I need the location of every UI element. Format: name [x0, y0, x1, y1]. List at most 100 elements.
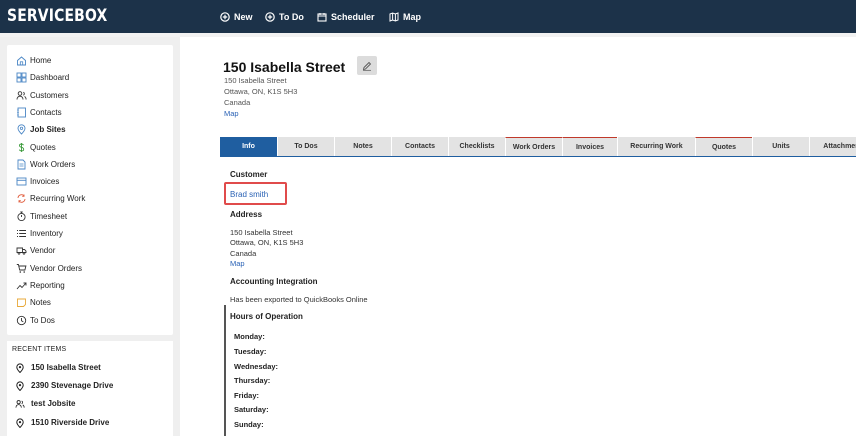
- sidebar-item-customers[interactable]: Customers: [16, 88, 69, 102]
- customer-name-link[interactable]: Brad smith: [230, 190, 268, 199]
- tab-attachments[interactable]: Attachments: [809, 137, 856, 156]
- day-tuesday: Tuesday:: [234, 347, 267, 356]
- day-sunday: Sunday:: [234, 420, 264, 429]
- tab-info[interactable]: Info: [220, 137, 277, 156]
- pencil-icon: [362, 61, 372, 71]
- invoice-icon: [16, 177, 27, 185]
- sidebar-item-label: Inventory: [30, 228, 63, 238]
- sidebar-item-label: Home: [30, 55, 52, 65]
- header-map-link[interactable]: Map: [224, 109, 239, 118]
- accounting-status: Has been exported to QuickBooks Online: [230, 295, 368, 304]
- location-pin-icon: [17, 123, 26, 135]
- recent-item[interactable]: 1510 Riverside Drive: [15, 416, 109, 429]
- recent-item-label: 1510 Riverside Drive: [31, 418, 110, 427]
- sidebar-item-label: Vendor: [30, 245, 56, 255]
- sidebar-item-dashboard[interactable]: Dashboard: [16, 70, 69, 84]
- sidebar-item-recurring-work[interactable]: Recurring Work: [16, 191, 85, 205]
- stopwatch-icon: [17, 211, 26, 221]
- sidebar-item-timesheet[interactable]: Timesheet: [16, 209, 67, 223]
- tab-notes[interactable]: Notes: [334, 137, 391, 156]
- main-content: 150 Isabella Street 150 Isabella Street …: [180, 37, 856, 436]
- sidebar-item-label: Vendor Orders: [30, 263, 83, 273]
- recent-item-label: test Jobsite: [31, 399, 76, 408]
- sidebar-item-notes[interactable]: Notes: [16, 295, 51, 309]
- tab-work-orders[interactable]: Work Orders: [505, 137, 562, 156]
- dashboard-icon: [16, 72, 27, 82]
- tab-recurring-work[interactable]: Recurring Work: [617, 137, 695, 156]
- address-map-link[interactable]: Map: [230, 259, 245, 268]
- day-monday: Monday:: [234, 332, 265, 341]
- tab-to-dos[interactable]: To Dos: [277, 137, 334, 156]
- recent-items-panel: RECENT ITEMS 150 Isabella Street 2390 St…: [7, 341, 173, 436]
- home-icon: [17, 55, 26, 65]
- sidebar-item-invoices[interactable]: Invoices: [16, 174, 59, 188]
- edit-button[interactable]: [357, 56, 377, 75]
- recent-item[interactable]: 150 Isabella Street: [15, 361, 101, 374]
- sidebar-item-quotes[interactable]: Quotes: [16, 140, 56, 154]
- sidebar-item-label: Reporting: [30, 280, 65, 290]
- plus-circle-icon: [265, 12, 275, 22]
- sidebar-item-vendor-orders[interactable]: Vendor Orders: [16, 261, 82, 275]
- map-button-label: Map: [403, 12, 421, 22]
- tab-underline: [220, 156, 856, 157]
- sidebar-item-label: To Dos: [30, 315, 55, 325]
- day-saturday: Saturday:: [234, 405, 269, 414]
- address-line2: Ottawa, ON, K1S 5H3: [230, 238, 304, 247]
- sidebar-item-label: Quotes: [30, 142, 56, 152]
- sidebar-nav: Home Dashboard Customers Contacts Job Si…: [7, 45, 173, 335]
- tab-checklists[interactable]: Checklists: [448, 137, 505, 156]
- map-button[interactable]: Map: [389, 11, 421, 23]
- sidebar-item-contacts[interactable]: Contacts: [16, 105, 62, 119]
- note-icon: [17, 298, 26, 307]
- sidebar-item-label: Timesheet: [30, 211, 68, 221]
- sidebar-item-job-sites[interactable]: Job Sites: [16, 122, 66, 136]
- sidebar-item-label: Customers: [30, 90, 69, 100]
- sidebar-item-label: Contacts: [30, 107, 62, 117]
- sidebar-item-work-orders[interactable]: Work Orders: [16, 157, 75, 171]
- location-pin-icon: [16, 417, 24, 428]
- new-button[interactable]: New: [220, 11, 253, 23]
- recent-item-label: 2390 Stevenage Drive: [31, 381, 114, 390]
- recent-items-title: RECENT ITEMS: [12, 346, 67, 353]
- sidebar-item-label: Job Sites: [30, 124, 66, 134]
- dollar-icon: [18, 142, 25, 152]
- tab-invoices[interactable]: Invoices: [562, 137, 617, 156]
- servicebox-logo[interactable]: SERVICEBOX: [7, 6, 107, 26]
- list-icon: [17, 229, 26, 237]
- document-icon: [17, 159, 26, 169]
- tab-contacts[interactable]: Contacts: [391, 137, 448, 156]
- sidebar-item-label: Recurring Work: [30, 193, 86, 203]
- recent-item[interactable]: 2390 Stevenage Drive: [15, 379, 113, 392]
- sidebar-item-to-dos[interactable]: To Dos: [16, 313, 55, 327]
- sidebar-item-vendor[interactable]: Vendor: [16, 243, 55, 257]
- header-address-line2: Ottawa, ON, K1S 5H3: [224, 87, 298, 96]
- scheduler-button[interactable]: Scheduler: [317, 11, 375, 23]
- map-icon: [389, 12, 399, 22]
- customers-icon: [16, 90, 27, 100]
- todo-button[interactable]: To Do: [265, 11, 304, 23]
- sidebar-item-label: Invoices: [30, 176, 60, 186]
- clock-icon: [16, 315, 27, 325]
- plus-circle-icon: [220, 12, 230, 22]
- scheduler-button-label: Scheduler: [331, 12, 375, 22]
- recent-item-label: 150 Isabella Street: [31, 363, 101, 372]
- top-navigation-bar: SERVICEBOX New To Do Scheduler Map: [0, 0, 856, 33]
- tab-units[interactable]: Units: [752, 137, 809, 156]
- trend-icon: [16, 282, 27, 289]
- sidebar-item-inventory[interactable]: Inventory: [16, 226, 63, 240]
- location-pin-icon: [16, 380, 24, 391]
- tab-quotes[interactable]: Quotes: [695, 137, 752, 156]
- sidebar-item-reporting[interactable]: Reporting: [16, 278, 65, 292]
- cart-icon: [16, 263, 27, 273]
- sidebar-item-home[interactable]: Home: [16, 53, 51, 67]
- accounting-heading: Accounting Integration: [230, 277, 318, 286]
- truck-icon: [16, 247, 27, 255]
- recent-item[interactable]: test Jobsite: [15, 397, 75, 410]
- tab-bar: Info To Dos Notes Contacts Checklists Wo…: [220, 137, 856, 157]
- contacts-icon: [17, 107, 26, 117]
- address-heading: Address: [230, 210, 263, 219]
- header-address-line1: 150 Isabella Street: [224, 76, 287, 85]
- location-pin-icon: [16, 362, 24, 373]
- address-line3: Canada: [230, 249, 257, 258]
- customers-icon: [15, 399, 25, 408]
